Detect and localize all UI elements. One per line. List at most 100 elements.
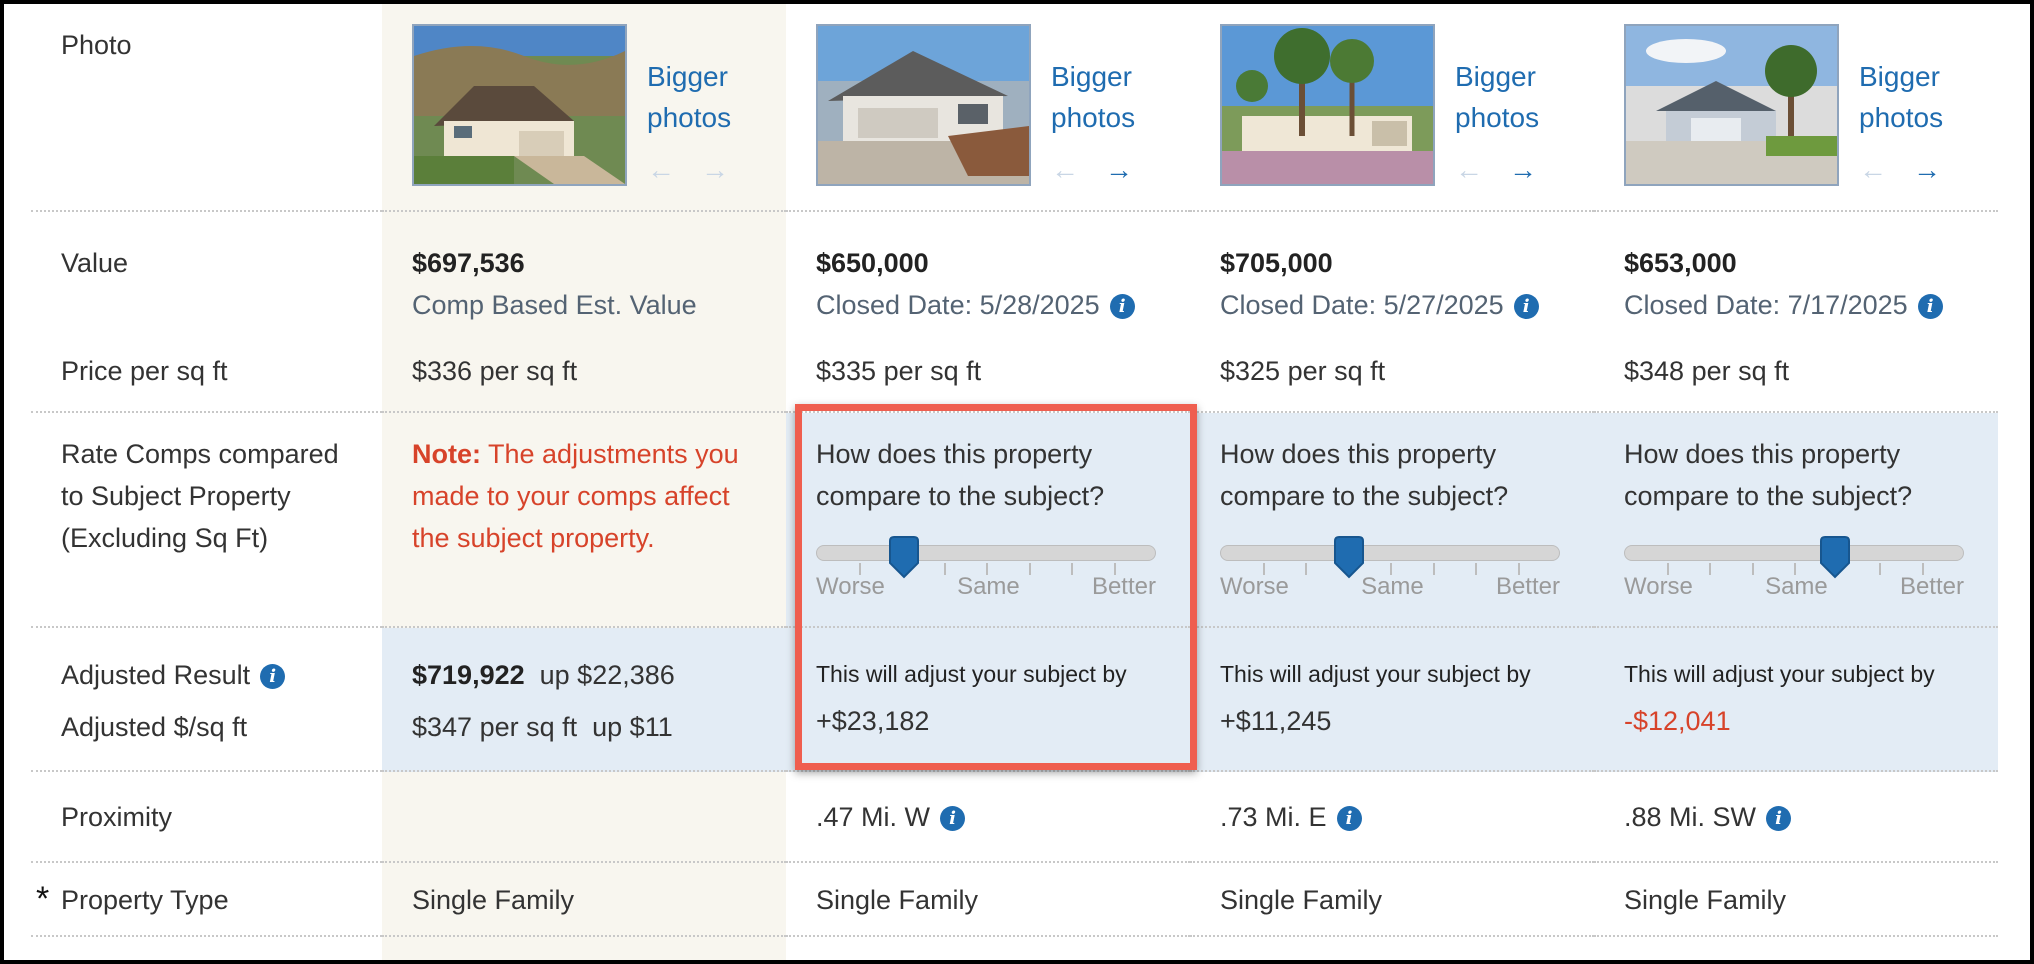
subject-price-per-sqft: $336 per sq ft <box>412 356 578 386</box>
comp1-closed-date: Closed Date: 5/28/2025 i <box>816 284 1160 326</box>
next-arrow-icon[interactable]: → <box>1509 154 1537 186</box>
comp1-proximity: .47 Mi. Wi <box>816 796 1160 838</box>
comp3-adjustment: -$12,041 <box>1624 706 1731 736</box>
comp2-question-line1: How does this property <box>1220 439 1497 469</box>
rate-comps-label-line3: (Excluding Sq Ft) <box>61 523 269 553</box>
property-type-label: Property Type <box>61 885 229 915</box>
comp3-question-line1: How does this property <box>1624 439 1901 469</box>
info-icon[interactable]: i <box>1917 294 1943 320</box>
slider-label-same: Same <box>957 573 1020 600</box>
comp2-property-type: Single Family <box>1220 885 1383 915</box>
comp1-price-per-sqft: $335 per sq ft <box>816 356 982 386</box>
comp1-rating-slider[interactable]: Worse Same Better <box>816 536 1156 600</box>
comp1-adjustment: +$23,182 <box>816 706 930 736</box>
comp3-value-cell: $653,000 Closed Date: 7/17/2025 i $348 pe… <box>1594 212 1998 413</box>
slider-labels: Worse Same Better <box>816 573 1156 601</box>
comp2-rating-slider[interactable]: Worse Same Better <box>1220 536 1560 600</box>
comp3-bigger-photos-link[interactable]: Bigger photos <box>1859 56 1989 138</box>
subject-property-type: Single Family <box>412 885 575 915</box>
slider-track[interactable] <box>816 545 1156 561</box>
slider-label-worse: Worse <box>816 573 885 600</box>
comp1-property-type-cell: Single Family <box>786 863 1190 937</box>
comp2-proximity: .73 Mi. Ei <box>1220 796 1564 838</box>
slider-labels: Worse Same Better <box>1220 573 1560 601</box>
comp1-photo[interactable] <box>816 24 1031 186</box>
comp2-value-cell: $705,000 Closed Date: 5/27/2025 i $325 pe… <box>1190 212 1594 413</box>
prev-arrow-icon: ← <box>647 154 675 185</box>
comp1-bigger-photos-link[interactable]: Bigger photos <box>1051 56 1181 138</box>
comp2-photo[interactable] <box>1220 24 1435 186</box>
subject-photo[interactable] <box>412 24 627 186</box>
comp3-closed-date: Closed Date: 7/17/2025 i <box>1624 284 1968 326</box>
photo-label-cell: Photo <box>31 4 382 212</box>
required-asterisk-icon: * <box>36 880 50 918</box>
comp1-value: $650,000 <box>816 248 929 278</box>
value-label-cell: Value Price per sq ft <box>31 212 382 413</box>
comps-comparison-panel: Photo Bigger photos ← → Bigger photos ← … <box>0 0 2034 964</box>
comp3-photo-arrows: ← → <box>1859 154 1989 186</box>
comp3-question-line2: compare to the subject? <box>1624 481 1913 511</box>
info-icon[interactable]: i <box>1513 294 1539 320</box>
subject-note-line2: made to your comps affect <box>412 481 730 511</box>
comp2-adjustment: +$11,245 <box>1220 706 1332 736</box>
comp2-property-type-cell: Single Family <box>1190 863 1594 937</box>
comp3-rating-slider[interactable]: Worse Same Better <box>1624 536 1964 600</box>
comp1-proximity-cell: .47 Mi. Wi <box>786 772 1190 863</box>
comp2-adjust-prefix: This will adjust your subject by <box>1220 661 1531 687</box>
comp1-photo-cell: Bigger photos ← → <box>786 4 1190 212</box>
comp2-rate-cell: How does this property compare to the su… <box>1190 413 1594 628</box>
prev-arrow-icon: ← <box>1051 154 1079 185</box>
comp2-photo-arrows: ← → <box>1455 154 1585 186</box>
filler-comp3-cell <box>1594 937 1998 960</box>
comp3-photo-cell: Bigger photos ← → <box>1594 4 1998 212</box>
photo-label: Photo <box>61 30 132 60</box>
comp2-house-image <box>1222 26 1433 184</box>
subject-bigger-photos-link[interactable]: Bigger photos <box>647 56 777 138</box>
subject-adjusted-sqft: $347 per sq ft up $11 <box>412 712 673 742</box>
slider-track[interactable] <box>1624 545 1964 561</box>
adjusted-sqft-label: Adjusted $/sq ft <box>61 712 248 742</box>
comp1-question-line1: How does this property <box>816 439 1093 469</box>
slider-label-same: Same <box>1361 573 1424 600</box>
comp1-adjust-prefix: This will adjust your subject by <box>816 661 1127 687</box>
comp2-value: $705,000 <box>1220 248 1333 278</box>
comp1-bigger-photos: Bigger photos ← → <box>1051 56 1181 186</box>
next-arrow-icon[interactable]: → <box>1913 154 1941 186</box>
info-icon[interactable]: i <box>1336 806 1362 832</box>
comp1-photo-arrows: ← → <box>1051 154 1181 186</box>
comp1-question-line2: compare to the subject? <box>816 481 1105 511</box>
slider-label-better: Better <box>1495 573 1560 600</box>
filler-subject-cell <box>382 937 786 960</box>
slider-labels: Worse Same Better <box>1624 573 1964 601</box>
comp2-photo-cell: Bigger photos ← → <box>1190 4 1594 212</box>
comp3-price-per-sqft: $348 per sq ft <box>1624 356 1790 386</box>
comp2-closed-date: Closed Date: 5/27/2025 i <box>1220 284 1564 326</box>
info-icon[interactable]: i <box>1766 806 1792 832</box>
info-icon[interactable]: i <box>1109 294 1135 320</box>
comp3-photo[interactable] <box>1624 24 1839 186</box>
info-icon[interactable]: i <box>260 664 286 690</box>
property-type-label-cell: * Property Type <box>31 863 382 937</box>
filler-comp1-cell <box>786 937 1190 960</box>
slider-label-same: Same <box>1765 573 1828 600</box>
subject-note: Note: The adjustments you <box>412 439 739 469</box>
prev-arrow-icon: ← <box>1455 154 1483 185</box>
slider-track[interactable] <box>1220 545 1560 561</box>
slider-label-worse: Worse <box>1220 573 1289 600</box>
next-arrow-icon[interactable]: → <box>1105 154 1133 186</box>
subject-adjusted-result: $719,922 up $22,386 <box>412 660 675 690</box>
subject-adjusted-cell: $719,922 up $22,386 $347 per sq ft up $1… <box>382 628 786 772</box>
subject-value: $697,536 <box>412 248 525 278</box>
rate-comps-label-line2: to Subject Property <box>61 481 291 511</box>
price-per-sqft-label: Price per sq ft <box>61 356 228 386</box>
proximity-label-cell: Proximity <box>31 772 382 863</box>
rate-comps-label-line1: Rate Comps compared <box>61 439 339 469</box>
comp3-property-type-cell: Single Family <box>1594 863 1998 937</box>
comp1-property-type: Single Family <box>816 885 979 915</box>
info-icon[interactable]: i <box>940 806 966 832</box>
next-arrow-icon: → <box>701 154 729 185</box>
comp1-value-cell: $650,000 Closed Date: 5/28/2025 i $335 pe… <box>786 212 1190 413</box>
comp2-bigger-photos-link[interactable]: Bigger photos <box>1455 56 1585 138</box>
subject-proximity-cell <box>382 772 786 863</box>
adjusted-label-cell: Adjusted Result i Adjusted $/sq ft <box>31 628 382 772</box>
